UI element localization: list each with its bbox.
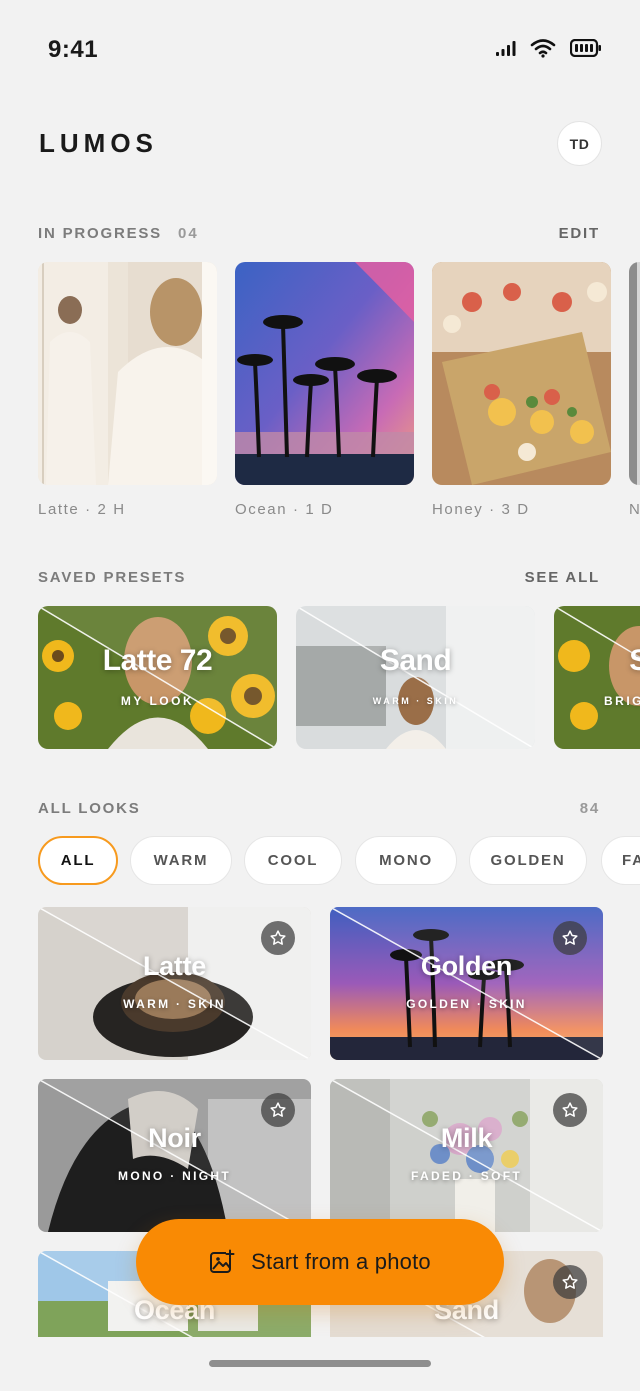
- filter-chip-warm[interactable]: WARM: [130, 836, 232, 885]
- ocean-thumbnail: [235, 262, 414, 485]
- look-title: Golden: [420, 951, 513, 981]
- look-subtitle: MONO · NIGHT: [118, 1169, 231, 1183]
- favorite-star-button[interactable]: [261, 921, 295, 955]
- favorite-star-button[interactable]: [553, 1093, 587, 1127]
- look-card-noir[interactable]: Noir MONO · NIGHT: [38, 1079, 311, 1232]
- see-all-button[interactable]: SEE ALL: [525, 569, 600, 586]
- look-subtitle: WARM · SKIN: [123, 997, 226, 1011]
- start-from-photo-button[interactable]: Start from a photo: [136, 1219, 504, 1305]
- home-indicator[interactable]: [209, 1360, 431, 1367]
- status-bar: 9:41: [0, 0, 640, 100]
- preset-card-partial[interactable]: S BRIG: [554, 606, 640, 749]
- filter-chips[interactable]: ALL WARM COOL MONO GOLDEN FA: [38, 836, 640, 888]
- add-photo-icon: [210, 1249, 235, 1273]
- favorite-star-button[interactable]: [261, 1093, 295, 1127]
- status-icons: [496, 38, 602, 58]
- favorite-star-button[interactable]: [553, 1265, 587, 1299]
- start-from-photo-label: Start from a photo: [251, 1249, 431, 1274]
- preset-card-latte-72[interactable]: Latte 72 MY LOOK: [38, 606, 277, 749]
- avatar-button[interactable]: TD: [557, 121, 602, 166]
- look-subtitle: GOLDEN · SKIN: [406, 997, 527, 1011]
- latte-thumbnail: [38, 262, 217, 485]
- filter-chip-golden[interactable]: GOLDEN: [469, 836, 587, 885]
- all-looks-label: ALL LOOKS: [38, 800, 141, 817]
- filter-chip-faded[interactable]: FA: [601, 836, 640, 885]
- look-card-latte[interactable]: Latte WARM · SKIN: [38, 907, 311, 1060]
- battery-icon: [570, 39, 601, 57]
- look-subtitle: FADED · SOFT: [411, 1169, 522, 1183]
- all-looks-count: 84: [579, 800, 600, 817]
- favorite-star-button[interactable]: [553, 921, 587, 955]
- preset-card-sand[interactable]: Sand WARM · SKIN: [296, 606, 535, 749]
- look-card-golden[interactable]: Golden GOLDEN · SKIN: [330, 907, 603, 1060]
- in-progress-card-label: N: [629, 501, 640, 518]
- filter-chip-mono[interactable]: MONO: [355, 836, 457, 885]
- preset-title: S: [629, 644, 640, 677]
- in-progress-card-ocean[interactable]: Ocean · 1 D: [235, 262, 414, 518]
- star-icon: [270, 930, 286, 945]
- look-card-milk[interactable]: Milk FADED · SOFT: [330, 1079, 603, 1232]
- in-progress-card-latte[interactable]: Latte · 2 H: [38, 262, 217, 518]
- filter-chip-all[interactable]: ALL: [38, 836, 118, 885]
- edit-button[interactable]: EDIT: [559, 225, 600, 242]
- star-icon: [562, 1274, 578, 1289]
- preset-subtitle: BRIG: [604, 694, 640, 708]
- in-progress-card-label: Honey · 3 D: [432, 501, 530, 518]
- in-progress-card-label: Latte · 2 H: [38, 501, 126, 518]
- honey-thumbnail: [432, 262, 611, 485]
- wifi-icon: [530, 39, 556, 58]
- partial-thumbnail: [629, 262, 640, 485]
- saved-presets-label: SAVED PRESETS: [38, 569, 187, 586]
- in-progress-card-honey[interactable]: Honey · 3 D: [432, 262, 611, 518]
- cellular-signal-icon: [496, 41, 516, 56]
- status-time: 9:41: [48, 36, 99, 63]
- look-title: Milk: [440, 1123, 493, 1153]
- star-icon: [562, 1102, 578, 1117]
- star-icon: [562, 930, 578, 945]
- in-progress-count: 04: [178, 225, 199, 242]
- look-title: Latte: [142, 951, 206, 981]
- look-title: Noir: [148, 1123, 201, 1153]
- star-icon: [270, 1102, 286, 1117]
- filter-chip-cool[interactable]: COOL: [244, 836, 342, 885]
- in-progress-carousel[interactable]: Latte · 2 H Ocean · 1 D Honey · 3 D N: [38, 262, 640, 522]
- saved-presets-carousel[interactable]: Latte 72 MY LOOK Sand WARM · SKIN S BRIG: [38, 606, 640, 750]
- in-progress-label: IN PROGRESS: [38, 225, 162, 242]
- preset-subtitle: MY LOOK: [120, 694, 195, 708]
- preset-title: Sand: [379, 644, 452, 677]
- preset-title: Latte 72: [102, 644, 213, 677]
- preset-subtitle: WARM · SKIN: [372, 696, 459, 706]
- app-brand-title: LUMOS: [39, 128, 158, 158]
- in-progress-card-partial[interactable]: N: [629, 262, 640, 518]
- in-progress-heading: IN PROGRESS 04: [38, 225, 199, 242]
- in-progress-card-label: Ocean · 1 D: [235, 501, 334, 518]
